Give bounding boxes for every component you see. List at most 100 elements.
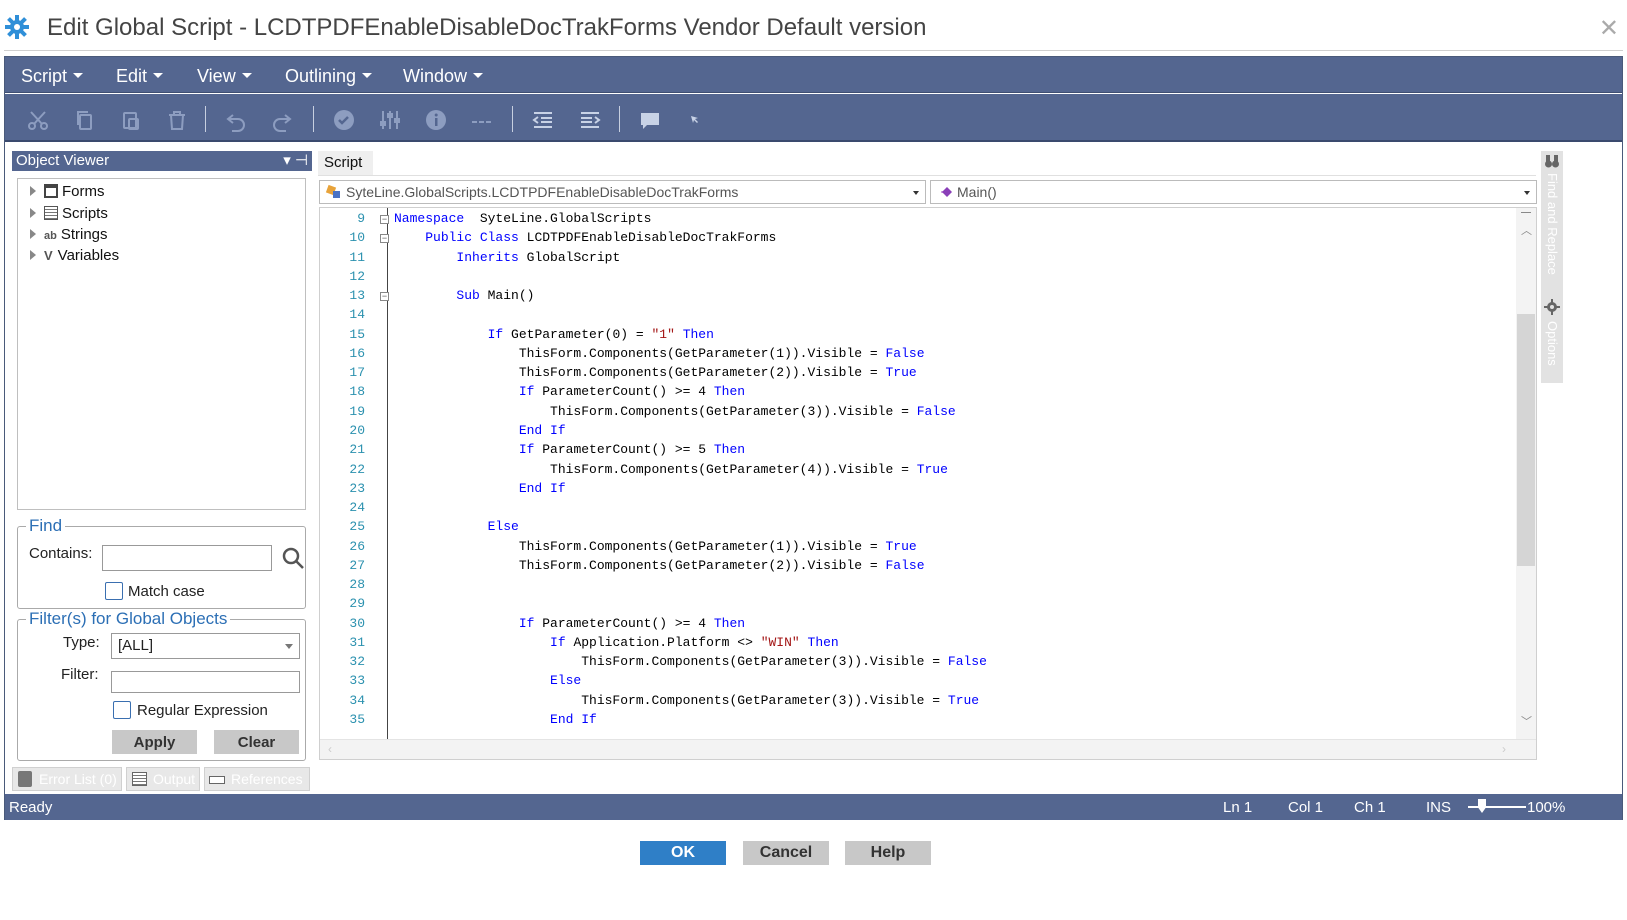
menu-outlining-label: Outlining	[285, 66, 357, 86]
tree-item-scripts[interactable]: Scripts	[30, 205, 108, 222]
vertical-scroll-thumb[interactable]	[1517, 314, 1535, 566]
cursor-icon[interactable]	[683, 108, 707, 132]
method-dropdown[interactable]: Main()	[930, 180, 1537, 204]
search-icon[interactable]	[281, 546, 305, 570]
expand-arrow-icon[interactable]	[30, 250, 36, 260]
find-replace-tab[interactable]: Find and Replace	[1545, 173, 1560, 275]
chevron-down-icon	[1524, 191, 1530, 195]
filter-input[interactable]	[111, 671, 300, 693]
scroll-up-icon[interactable]: ︿	[1521, 222, 1532, 238]
collapse-region-icon[interactable]: −	[380, 234, 389, 244]
code-line: ThisForm.Components(GetParameter(1)).Vis…	[394, 539, 917, 554]
line-number: 35	[349, 712, 365, 728]
tree-item-variables[interactable]: V Variables	[30, 247, 119, 264]
status-bar: Ready Ln 1 Col 1 Ch 1 INS 100%	[5, 794, 1622, 820]
paste-icon[interactable]	[119, 108, 143, 132]
scroll-right-icon[interactable]: ›	[1502, 742, 1506, 756]
class-dropdown[interactable]: SyteLine.GlobalScripts.LCDTPDFEnableDisa…	[319, 180, 926, 204]
filter-label: Filter:	[61, 666, 99, 683]
outdent-icon[interactable]	[531, 108, 555, 132]
code-text: ThisForm.Components(GetParameter(3)).Vis…	[394, 692, 948, 708]
code-line: ThisForm.Components(GetParameter(3)).Vis…	[394, 404, 956, 419]
tree-item-strings[interactable]: ab Strings	[30, 226, 108, 243]
code-line: ThisForm.Components(GetParameter(1)).Vis…	[394, 346, 925, 361]
toolbar-separator	[313, 106, 314, 132]
code-text: ThisForm.Components(GetParameter(1)).Vis…	[394, 538, 886, 554]
code-line: Sub Main()	[394, 288, 534, 303]
clear-button[interactable]: Clear	[214, 730, 299, 754]
line-number: 26	[349, 538, 365, 554]
code-line: End If	[394, 423, 566, 438]
gear-icon[interactable]	[1544, 299, 1560, 315]
delete-icon[interactable]	[165, 108, 189, 132]
indent-icon[interactable]	[578, 108, 602, 132]
options-tab[interactable]: Options	[1545, 321, 1560, 366]
zoom-slider-thumb[interactable]	[1478, 799, 1486, 813]
help-button[interactable]: Help	[845, 841, 931, 865]
apply-button[interactable]: Apply	[112, 730, 197, 754]
contains-input[interactable]	[102, 545, 272, 571]
menu-window[interactable]: Window	[403, 66, 484, 87]
collapse-region-icon[interactable]: −	[380, 215, 389, 224]
line-number: 28	[349, 577, 365, 593]
cancel-button[interactable]: Cancel	[743, 841, 829, 865]
type-select-value: [ALL]	[118, 637, 154, 654]
code-text: ThisForm.Components(GetParameter(2)).Vis…	[394, 557, 886, 573]
code-keyword: If	[518, 384, 535, 400]
undo-icon[interactable]	[224, 108, 248, 132]
toolbar-separator	[619, 106, 620, 132]
code-text: GetParameter(0) =	[503, 326, 652, 342]
comment-icon[interactable]	[638, 108, 662, 132]
match-case-checkbox[interactable]	[105, 582, 123, 600]
tree-item-forms[interactable]: Forms	[30, 183, 105, 200]
expand-arrow-icon[interactable]	[30, 229, 36, 239]
pin-icon[interactable]: ▾ ⊣	[283, 151, 308, 171]
zoom-slider[interactable]	[1468, 806, 1526, 808]
ellipsis-icon[interactable]	[470, 108, 494, 132]
scroll-down-icon[interactable]: ﹀	[1521, 713, 1532, 729]
code-editor[interactable]: 9 − 10 − 11 12 13 − 14 15 16 17 18 19 20 21 22 23 24 25 26 27…	[319, 207, 1537, 760]
ok-button[interactable]: OK	[640, 841, 726, 865]
line-number: 20	[349, 422, 365, 438]
expand-arrow-icon[interactable]	[30, 186, 36, 196]
line-number: 13	[349, 288, 365, 304]
horizontal-scrollbar[interactable]: ‹ ›	[320, 739, 1536, 759]
method-icon	[941, 187, 952, 197]
redo-icon[interactable]	[270, 108, 294, 132]
scroll-left-icon[interactable]: ‹	[328, 742, 332, 756]
tab-error-list[interactable]: Error List (0)	[12, 767, 122, 791]
code-keyword: True	[885, 538, 917, 554]
binoculars-icon[interactable]	[1544, 153, 1560, 169]
line-number: 33	[349, 673, 365, 689]
scissors-icon[interactable]	[26, 108, 50, 132]
expand-arrow-icon[interactable]	[30, 208, 36, 218]
gear-icon	[5, 15, 29, 39]
check-icon[interactable]	[332, 108, 356, 132]
references-icon	[209, 776, 225, 784]
menu-script[interactable]: Script	[21, 66, 84, 87]
tab-script[interactable]: Script	[318, 151, 373, 175]
settings-sliders-icon[interactable]	[378, 108, 402, 132]
code-text: Main()	[479, 288, 535, 304]
close-button[interactable]: ✕	[1599, 14, 1619, 43]
info-icon[interactable]	[424, 108, 448, 132]
code-line: If Application.Platform <> "WIN" Then	[394, 635, 839, 650]
code-line: End If	[394, 712, 597, 727]
tab-references[interactable]: References	[204, 767, 310, 791]
type-select[interactable]: [ALL]	[111, 633, 300, 659]
regex-checkbox[interactable]	[113, 701, 131, 719]
collapse-region-icon[interactable]: −	[380, 292, 389, 302]
code-keyword: False	[885, 557, 925, 573]
vertical-scrollbar[interactable]: ︿ ﹀	[1516, 208, 1536, 759]
toolbar	[5, 94, 1622, 142]
copy-icon[interactable]	[73, 108, 97, 132]
menu-view[interactable]: View	[197, 66, 252, 87]
menu-edit[interactable]: Edit	[116, 66, 164, 87]
tab-output[interactable]: Output	[126, 767, 200, 791]
code-keyword: End If	[550, 712, 597, 728]
menu-outlining[interactable]: Outlining	[285, 66, 373, 87]
